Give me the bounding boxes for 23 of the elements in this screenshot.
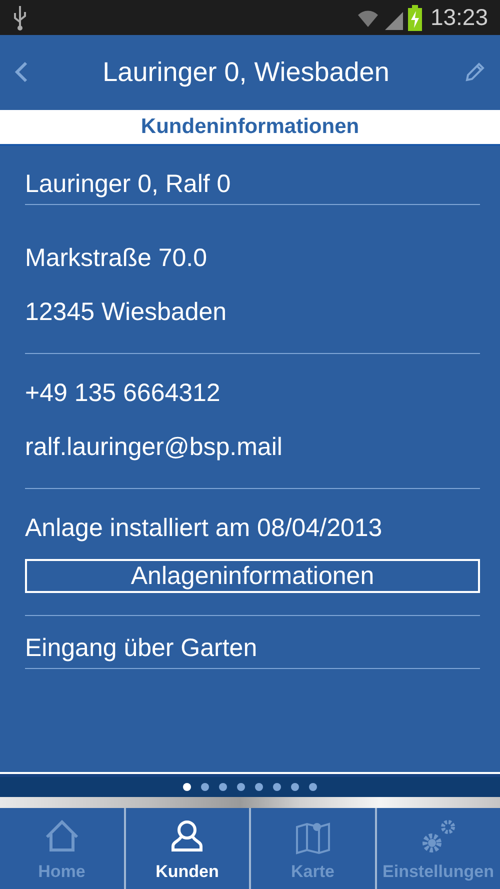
page-dot[interactable] — [237, 783, 245, 791]
info-text: Anlage installiert am 08/04/2013 — [25, 513, 384, 544]
info-button[interactable]: Anlageninformationen — [25, 559, 480, 593]
info-text: Markstraße 70.0 — [25, 243, 208, 274]
page-dot[interactable] — [273, 783, 281, 791]
page-dot[interactable] — [183, 783, 191, 791]
info-text: +49 135 6664312 — [25, 378, 222, 409]
page-dot[interactable] — [255, 783, 263, 791]
back-icon[interactable] — [14, 61, 28, 84]
page-dot[interactable] — [201, 783, 209, 791]
page-dot[interactable] — [291, 783, 299, 791]
info-text: Lauringer 0, Ralf 0 — [25, 164, 480, 205]
usb-icon — [12, 4, 28, 30]
clock-time: 13:23 — [430, 3, 488, 32]
screen-title: Lauringer 0, Wiesbaden — [102, 56, 390, 90]
info-text: ralf.lauringer@bsp.mail — [25, 432, 284, 463]
page-dot[interactable] — [309, 783, 317, 791]
info-text: Eingang über Garten — [25, 628, 480, 669]
section-title: Kundeninformationen — [140, 114, 360, 140]
page-dot[interactable] — [219, 783, 227, 791]
pencil-icon[interactable] — [464, 61, 486, 84]
info-text: 12345 Wiesbaden — [25, 297, 228, 328]
battery-icon — [408, 4, 422, 30]
